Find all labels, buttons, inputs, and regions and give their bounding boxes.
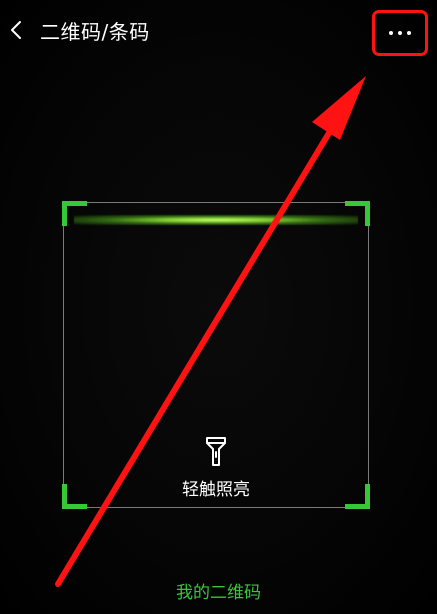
my-qr-code-link[interactable]: 我的二维码 [0, 578, 437, 603]
more-options-button[interactable] [372, 10, 428, 56]
scan-line [74, 215, 358, 225]
scan-screen: 二维码/条码 轻触照亮 我的二维码 [0, 0, 437, 614]
flashlight-icon[interactable] [204, 435, 228, 469]
page-title: 二维码/条码 [40, 20, 150, 44]
header-bar: 二维码/条码 [0, 0, 437, 64]
back-button[interactable] [4, 14, 32, 46]
chevron-left-icon [11, 21, 21, 39]
more-dots-icon [389, 31, 411, 35]
torch-label[interactable]: 轻触照亮 [64, 475, 368, 500]
scan-frame: 轻触照亮 [62, 201, 370, 509]
